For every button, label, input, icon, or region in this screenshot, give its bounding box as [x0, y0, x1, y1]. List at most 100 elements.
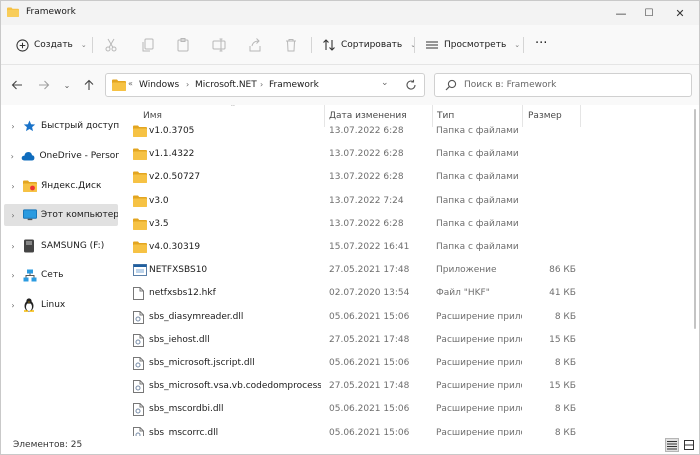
- breadcrumb-separator-icon[interactable]: ›: [260, 80, 263, 89]
- share-icon[interactable]: [247, 37, 263, 53]
- file-row[interactable]: sbs_microsoft.jscript.dll 05.06.2021 15:0…: [121, 352, 691, 375]
- chevron-right-icon[interactable]: ›: [6, 271, 20, 280]
- sidebar-item-this-pc[interactable]: › Этот компьютер: [4, 204, 118, 226]
- overflow-chevron[interactable]: «: [128, 79, 133, 88]
- divider: [523, 37, 524, 53]
- sort-button[interactable]: Сортировать ⌄: [322, 36, 416, 54]
- address-bar[interactable]: « Windows › Microsoft.NET › Framework ⌄: [105, 73, 425, 97]
- sidebar-item-yandex-disk[interactable]: › Яндекс.Диск: [1, 175, 119, 197]
- file-row[interactable]: sbs_mscordbi.dll 05.06.2021 15:06 Расширен…: [121, 398, 691, 421]
- sidebar-item-onedrive[interactable]: › OneDrive - Personal: [1, 145, 119, 167]
- folder-icon: [23, 180, 37, 192]
- drive-icon: [23, 239, 37, 253]
- scrollbar-thumb[interactable]: [694, 109, 696, 329]
- file-row[interactable]: v4.0.30319 15.07.2022 16:41 Папка с файлам…: [121, 236, 691, 259]
- copy-icon[interactable]: [140, 37, 156, 53]
- file-row[interactable]: v1.0.3705 13.07.2022 6:28 Папка с файлами: [121, 120, 691, 143]
- back-arrow-icon[interactable]: [9, 77, 25, 93]
- sort-ascending-icon: ⌃: [230, 105, 236, 111]
- refresh-icon[interactable]: [405, 79, 417, 94]
- file-name: v3.5: [149, 218, 169, 229]
- sidebar-item-quick-access[interactable]: › Быстрый доступ: [1, 115, 119, 137]
- sidebar-item-network[interactable]: › Сеть: [1, 264, 119, 286]
- plus-circle-icon: [15, 38, 29, 52]
- application-icon: [133, 264, 147, 277]
- rename-icon[interactable]: [211, 37, 227, 53]
- file-date: 15.07.2022 16:41: [329, 242, 410, 252]
- file-row[interactable]: sbs_mscorrc.dll 05.06.2021 15:06 Расширени…: [121, 422, 691, 436]
- file-type: Папка с файлами: [436, 149, 519, 160]
- file-date: 27.05.2021 17:48: [329, 381, 410, 392]
- file-name: v1.0.3705: [149, 126, 195, 136]
- file-row[interactable]: v1.1.4322 13.07.2022 6:28 Папка с файлами: [121, 143, 691, 166]
- file-row[interactable]: sbs_diasymreader.dll 05.06.2021 15:06 Расш…: [121, 306, 691, 329]
- file-row[interactable]: sbs_microsoft.vsa.vb.codedomprocessor.dl…: [121, 375, 691, 398]
- dll-file-icon: [133, 426, 147, 436]
- chevron-right-icon[interactable]: ›: [6, 122, 20, 131]
- sort-icon: [322, 38, 336, 52]
- divider: [414, 37, 415, 53]
- recent-locations-chevron-icon[interactable]: ⌄: [59, 77, 75, 93]
- file-row[interactable]: sbs_iehost.dll 27.05.2021 17:48 Расширение…: [121, 329, 691, 352]
- chevron-right-icon[interactable]: ›: [6, 301, 20, 310]
- close-button[interactable]: ✕: [665, 1, 695, 25]
- file-date: 05.06.2021 15:06: [329, 404, 410, 415]
- folder-icon: [112, 79, 126, 94]
- breadcrumb-framework[interactable]: Framework: [269, 80, 319, 90]
- star-icon: [23, 120, 37, 132]
- paste-icon[interactable]: [175, 37, 191, 53]
- file-row[interactable]: v3.5 13.07.2022 6:28 Папка с файлами: [121, 213, 691, 236]
- file-name: sbs_microsoft.vsa.vb.codedomprocessor.dl…: [149, 381, 321, 392]
- file-name: v2.0.50727: [149, 172, 201, 183]
- file-type: Расширение приложения: [436, 404, 522, 415]
- file-size: 8 КБ: [554, 358, 576, 368]
- file-size: 15 КБ: [549, 381, 576, 392]
- more-options-button[interactable]: ···: [535, 34, 547, 52]
- command-bar: Создать ⌄ Сортировать ⌄: [1, 25, 699, 65]
- file-size: 8 КБ: [554, 311, 576, 322]
- folder-icon: [7, 7, 19, 17]
- maximize-button[interactable]: ☐: [634, 1, 664, 25]
- sidebar-item-linux[interactable]: › Linux: [1, 294, 119, 316]
- divider: [92, 37, 93, 53]
- file-name: sbs_microsoft.jscript.dll: [149, 358, 255, 368]
- address-history-chevron-icon[interactable]: ⌄: [381, 78, 389, 88]
- file-type: Файл "HKF": [436, 288, 490, 299]
- chevron-right-icon[interactable]: ›: [6, 182, 20, 191]
- file-row[interactable]: v2.0.50727 13.07.2022 6:28 Папка с файлами: [121, 166, 691, 189]
- sidebar-item-samsung-drive[interactable]: › SAMSUNG (F:): [1, 235, 119, 257]
- chevron-right-icon[interactable]: ›: [6, 211, 20, 220]
- file-type: Расширение приложения: [436, 381, 522, 392]
- breadcrumb-windows[interactable]: Windows: [139, 80, 179, 90]
- view-button[interactable]: Просмотреть ⌄: [425, 36, 520, 54]
- chevron-right-icon[interactable]: ›: [6, 242, 20, 251]
- details-view-icon[interactable]: [665, 438, 679, 452]
- chevron-right-icon[interactable]: ›: [6, 152, 18, 161]
- delete-icon[interactable]: [283, 37, 299, 53]
- up-arrow-icon[interactable]: [81, 77, 97, 93]
- cloud-icon: [21, 150, 35, 162]
- vertical-scrollbar[interactable]: [691, 105, 699, 436]
- cut-icon[interactable]: [103, 37, 119, 53]
- search-input[interactable]: Поиск в: Framework: [434, 73, 692, 97]
- file-name: v1.1.4322: [149, 149, 195, 160]
- forward-arrow-icon[interactable]: [36, 77, 52, 93]
- search-placeholder: Поиск в: Framework: [464, 80, 557, 90]
- file-date: 27.05.2021 17:48: [329, 334, 410, 345]
- file-name: sbs_mscordbi.dll: [149, 404, 224, 415]
- network-icon: [23, 269, 37, 281]
- divider: [311, 37, 312, 53]
- file-row[interactable]: netfxsbs12.hkf 02.07.2020 13:54 Файл "HKF"…: [121, 282, 691, 305]
- file-size: 8 КБ: [554, 427, 576, 436]
- file-type: Расширение приложения: [436, 311, 522, 322]
- file-type: Папка с файлами: [436, 172, 519, 183]
- file-size: 8 КБ: [554, 404, 576, 415]
- breadcrumb-separator-icon[interactable]: ›: [186, 80, 189, 89]
- file-row[interactable]: v3.0 13.07.2022 7:24 Папка с файлами: [121, 190, 691, 213]
- file-row[interactable]: NETFXSBS10 27.05.2021 17:48 Приложение 86 К…: [121, 259, 691, 282]
- minimize-button[interactable]: —: [606, 1, 636, 25]
- breadcrumb-microsoft-net[interactable]: Microsoft.NET: [195, 80, 257, 90]
- file-size: 86 КБ: [549, 265, 576, 276]
- new-button[interactable]: Создать ⌄: [15, 36, 87, 54]
- large-icons-view-icon[interactable]: [682, 438, 696, 452]
